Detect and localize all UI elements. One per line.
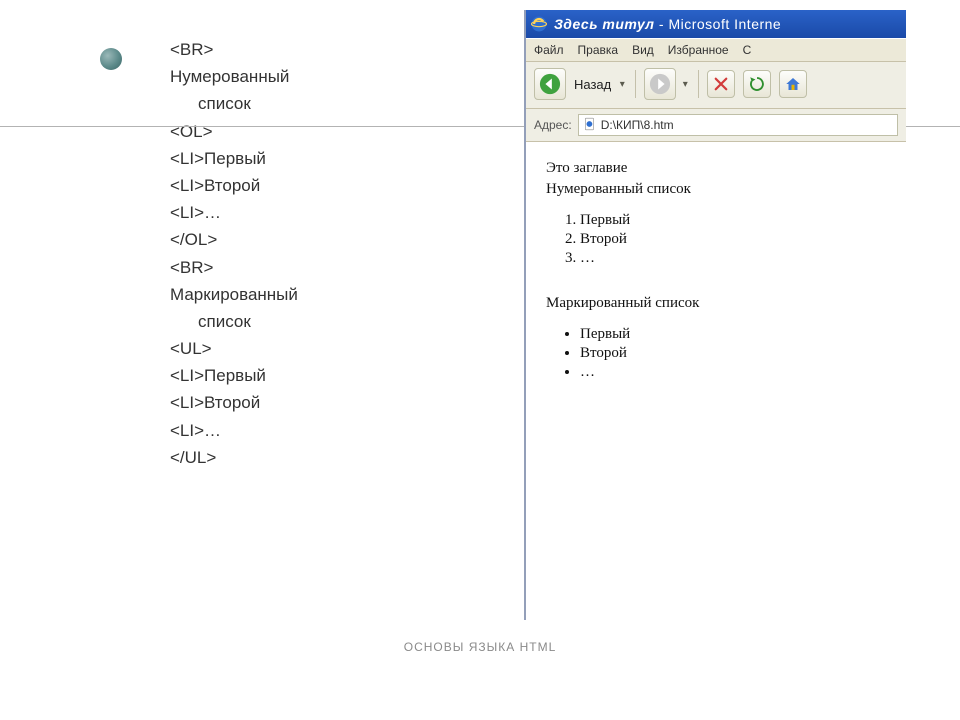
browser-window: Здесь титул - Microsoft Interne Файл Прав… [524, 10, 906, 620]
home-button[interactable] [779, 70, 807, 98]
browser-titlebar: Здесь титул - Microsoft Interne [526, 10, 906, 38]
bullet-dot [100, 48, 122, 70]
chevron-down-icon: ▾ [680, 71, 690, 97]
menu-item[interactable]: С [743, 43, 752, 57]
code-column: <BR>Нумерованныйсписок<OL><LI>Первый<LI>… [170, 36, 450, 471]
browser-page-content: Это заглавие Нумерованный список Первый В… [526, 142, 906, 419]
page-heading: Это заглавие [546, 160, 892, 177]
code-line: <LI>Первый [170, 145, 450, 172]
unordered-list: Первый Второй … [580, 326, 892, 381]
browser-addressbar: Адрес: D:\КИП\8.htm [526, 109, 906, 142]
code-line: <LI>Второй [170, 389, 450, 416]
code-line: список [170, 90, 450, 117]
code-line: </OL> [170, 226, 450, 253]
back-label: Назад [570, 77, 613, 92]
code-line: <BR> [170, 36, 450, 63]
code-line: Маркированный [170, 281, 450, 308]
ie-logo-icon [530, 15, 548, 33]
slide: <BR>Нумерованныйсписок<OL><LI>Первый<LI>… [0, 0, 960, 720]
browser-menubar: Файл Правка Вид Избранное С [526, 38, 906, 62]
stop-button[interactable] [707, 70, 735, 98]
back-button[interactable]: Назад ▾ [534, 68, 627, 100]
window-title: Здесь титул - Microsoft Interne [554, 16, 781, 32]
toolbar-separator [635, 70, 636, 98]
code-line: <LI>… [170, 417, 450, 444]
code-line: список [170, 308, 450, 335]
document-icon [583, 117, 597, 134]
menu-item[interactable]: Вид [632, 43, 654, 57]
refresh-button[interactable] [743, 70, 771, 98]
window-title-prefix: Здесь титул [554, 16, 655, 32]
list-item: Первый [580, 212, 892, 229]
code-line: <LI>Первый [170, 362, 450, 389]
code-line: </UL> [170, 444, 450, 471]
menu-item[interactable]: Правка [578, 43, 619, 57]
chevron-down-icon: ▾ [617, 71, 627, 97]
code-line: <OL> [170, 118, 450, 145]
back-icon [534, 68, 566, 100]
list-item: Первый [580, 326, 892, 343]
list-item: … [580, 250, 892, 267]
forward-icon [644, 68, 676, 100]
list-item: Второй [580, 231, 892, 248]
menu-item[interactable]: Избранное [668, 43, 729, 57]
stop-icon [712, 75, 730, 93]
menu-item[interactable]: Файл [534, 43, 564, 57]
home-icon [784, 75, 802, 93]
refresh-icon [748, 75, 766, 93]
list-item: … [580, 364, 892, 381]
code-line: <LI>Второй [170, 172, 450, 199]
address-value: D:\КИП\8.htm [601, 118, 674, 132]
address-label: Адрес: [534, 118, 572, 132]
address-input[interactable]: D:\КИП\8.htm [578, 114, 898, 136]
code-line: <BR> [170, 254, 450, 281]
code-line: <UL> [170, 335, 450, 362]
list-item: Второй [580, 345, 892, 362]
forward-button[interactable]: ▾ [644, 68, 690, 100]
footer-caption: ОСНОВЫ ЯЗЫКА HTML [0, 640, 960, 654]
toolbar-separator [698, 70, 699, 98]
page-subheading-ul: Маркированный список [546, 295, 892, 312]
ordered-list: Первый Второй … [580, 212, 892, 267]
code-line: Нумерованный [170, 63, 450, 90]
browser-toolbar: Назад ▾ ▾ [526, 62, 906, 109]
code-line: <LI>… [170, 199, 450, 226]
page-subheading-ol: Нумерованный список [546, 181, 892, 198]
window-title-suffix: - Microsoft Interne [659, 16, 781, 32]
